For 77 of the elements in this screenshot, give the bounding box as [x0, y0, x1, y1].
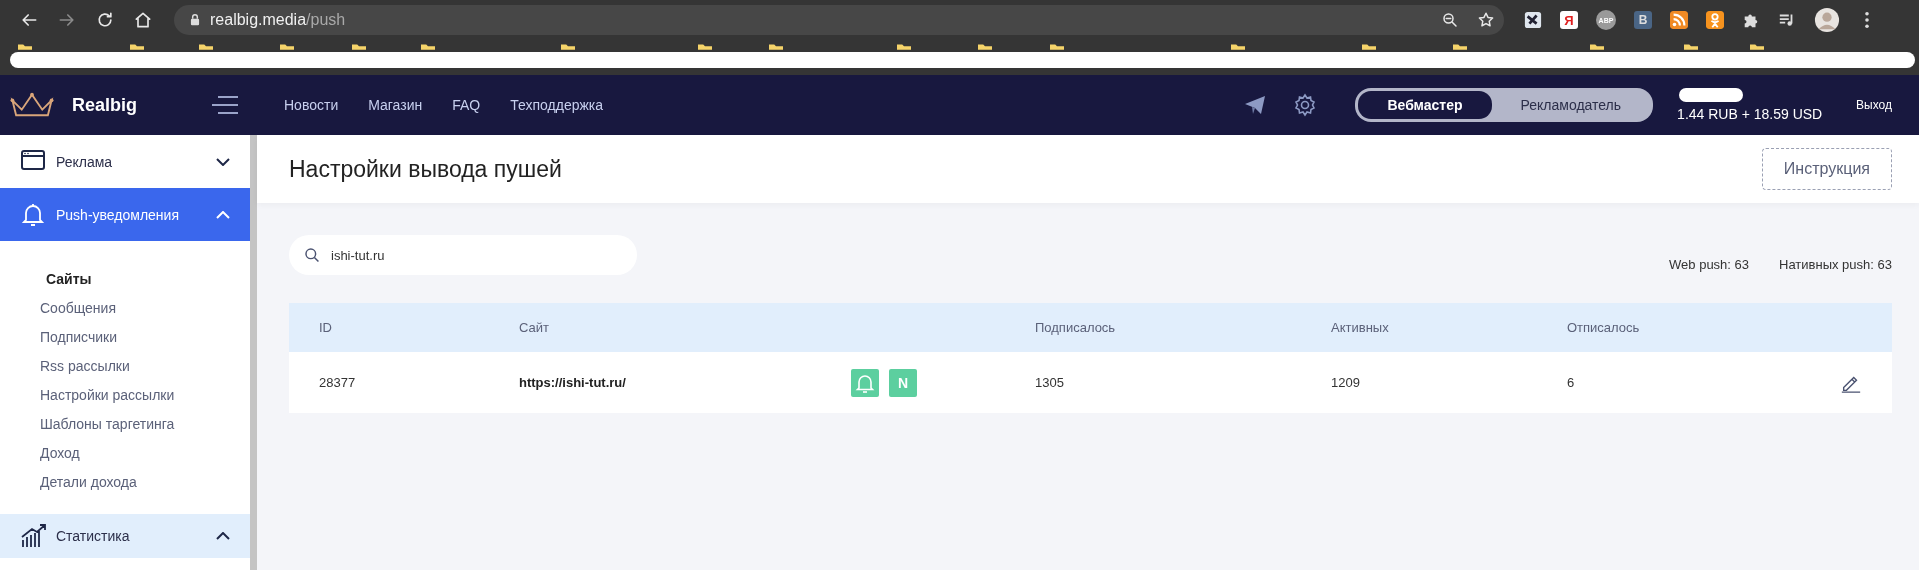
- folder-icon[interactable]: [421, 44, 435, 50]
- chart-icon: [20, 523, 46, 549]
- extension-icon[interactable]: B: [1634, 11, 1652, 29]
- url-text: realbig.media/push: [210, 11, 346, 29]
- folder-icon[interactable]: [1750, 44, 1764, 50]
- rss-icon[interactable]: [1670, 11, 1688, 29]
- scrollbar[interactable]: [250, 135, 257, 570]
- folder-icon[interactable]: [18, 44, 32, 50]
- search-field[interactable]: ishi-tut.ru: [289, 235, 637, 275]
- redaction-mark: [1679, 88, 1744, 102]
- sidebar-item[interactable]: Настройки рассылки: [40, 385, 250, 405]
- folder-icon[interactable]: [280, 44, 294, 50]
- nav-link[interactable]: Новости: [284, 97, 339, 113]
- sidebar-item[interactable]: Сообщения: [40, 298, 250, 318]
- column-header: Отписалось: [1567, 320, 1641, 335]
- extension-icon[interactable]: Я: [1560, 11, 1578, 29]
- table-cell-text: https://ishi-tut.ru/: [519, 375, 627, 390]
- star-icon[interactable]: [1477, 11, 1495, 29]
- bell-icon: [20, 201, 46, 228]
- column-header: ID: [319, 320, 333, 335]
- sidebar-section[interactable]: Статистика: [0, 514, 250, 558]
- logout-link[interactable]: Выход: [1856, 98, 1892, 112]
- instruction-button[interactable]: Инструкция: [1761, 148, 1892, 190]
- nav-link[interactable]: Техподдержка: [510, 97, 604, 113]
- balance-text: 1.44 RUB + 18.59 USD: [1677, 106, 1823, 122]
- folder-icon[interactable]: [1050, 44, 1064, 50]
- address-bar[interactable]: realbig.media/push: [174, 5, 1504, 35]
- column-header: Подписалось: [1035, 320, 1117, 335]
- chevron-down-icon: [216, 157, 230, 166]
- extension-icon[interactable]: [1524, 11, 1542, 29]
- home-icon[interactable]: [133, 10, 153, 30]
- sidebar-item[interactable]: Шаблоны таргетинга: [40, 414, 250, 434]
- sidebar-item[interactable]: Сайты: [46, 269, 250, 289]
- search-icon: [304, 247, 320, 263]
- table-cell-text: 6: [1567, 375, 1576, 390]
- column-header: Сайт: [519, 320, 550, 335]
- sidebar-item[interactable]: Подписчики: [40, 327, 250, 347]
- column-header: Активных: [1331, 320, 1390, 335]
- zoom-out-icon[interactable]: [1441, 11, 1459, 29]
- sidebar-section[interactable]: Push-уведомления: [0, 188, 250, 241]
- chevron-up-icon: [216, 532, 230, 540]
- sidebar-item[interactable]: Детали дохода: [40, 472, 250, 492]
- sidebar-item[interactable]: Rss рассылки: [40, 356, 250, 376]
- counter-text: Web push: 63: [1669, 257, 1750, 272]
- nav-link[interactable]: Магазин: [368, 97, 423, 113]
- logo-text: Realbig: [72, 94, 137, 116]
- folder-icon[interactable]: [1590, 44, 1604, 50]
- reload-icon[interactable]: [95, 10, 115, 30]
- folder-icon[interactable]: [1453, 44, 1467, 50]
- menu-icon[interactable]: [210, 95, 240, 115]
- folder-icon[interactable]: [897, 44, 911, 50]
- table-cell-text: 1305: [1035, 375, 1065, 390]
- table-cell-text: 1209: [1331, 375, 1361, 390]
- nav-link[interactable]: FAQ: [452, 97, 481, 113]
- page-title: Настройки вывода пушей: [289, 155, 562, 183]
- folder-icon[interactable]: [1684, 44, 1698, 50]
- folder-icon[interactable]: [1362, 44, 1376, 50]
- folder-icon[interactable]: [769, 44, 783, 50]
- folder-icon[interactable]: [1231, 44, 1245, 50]
- extension-icon[interactable]: [1706, 11, 1724, 29]
- avatar-icon[interactable]: [1814, 7, 1840, 33]
- folder-icon[interactable]: [199, 44, 213, 50]
- crown-icon: [8, 91, 56, 119]
- sidebar-item[interactable]: Доход: [40, 443, 250, 463]
- lock-icon: [188, 13, 202, 27]
- table-cell-text: 28377: [319, 375, 357, 390]
- folder-icon[interactable]: [352, 44, 366, 50]
- folder-icon[interactable]: [561, 44, 575, 50]
- counter-text: Нативных push: 63: [1779, 257, 1892, 272]
- sidebar-section[interactable]: Реклама: [0, 135, 250, 188]
- settings-icon[interactable]: [1293, 93, 1318, 117]
- folder-icon[interactable]: [978, 44, 992, 50]
- folder-icon[interactable]: [130, 44, 144, 50]
- chevron-up-icon: [216, 210, 230, 219]
- role-tab[interactable]: Рекламодатель: [1491, 91, 1651, 119]
- role-tab[interactable]: Вебмастер: [1358, 91, 1492, 119]
- folder-icon[interactable]: [698, 44, 712, 50]
